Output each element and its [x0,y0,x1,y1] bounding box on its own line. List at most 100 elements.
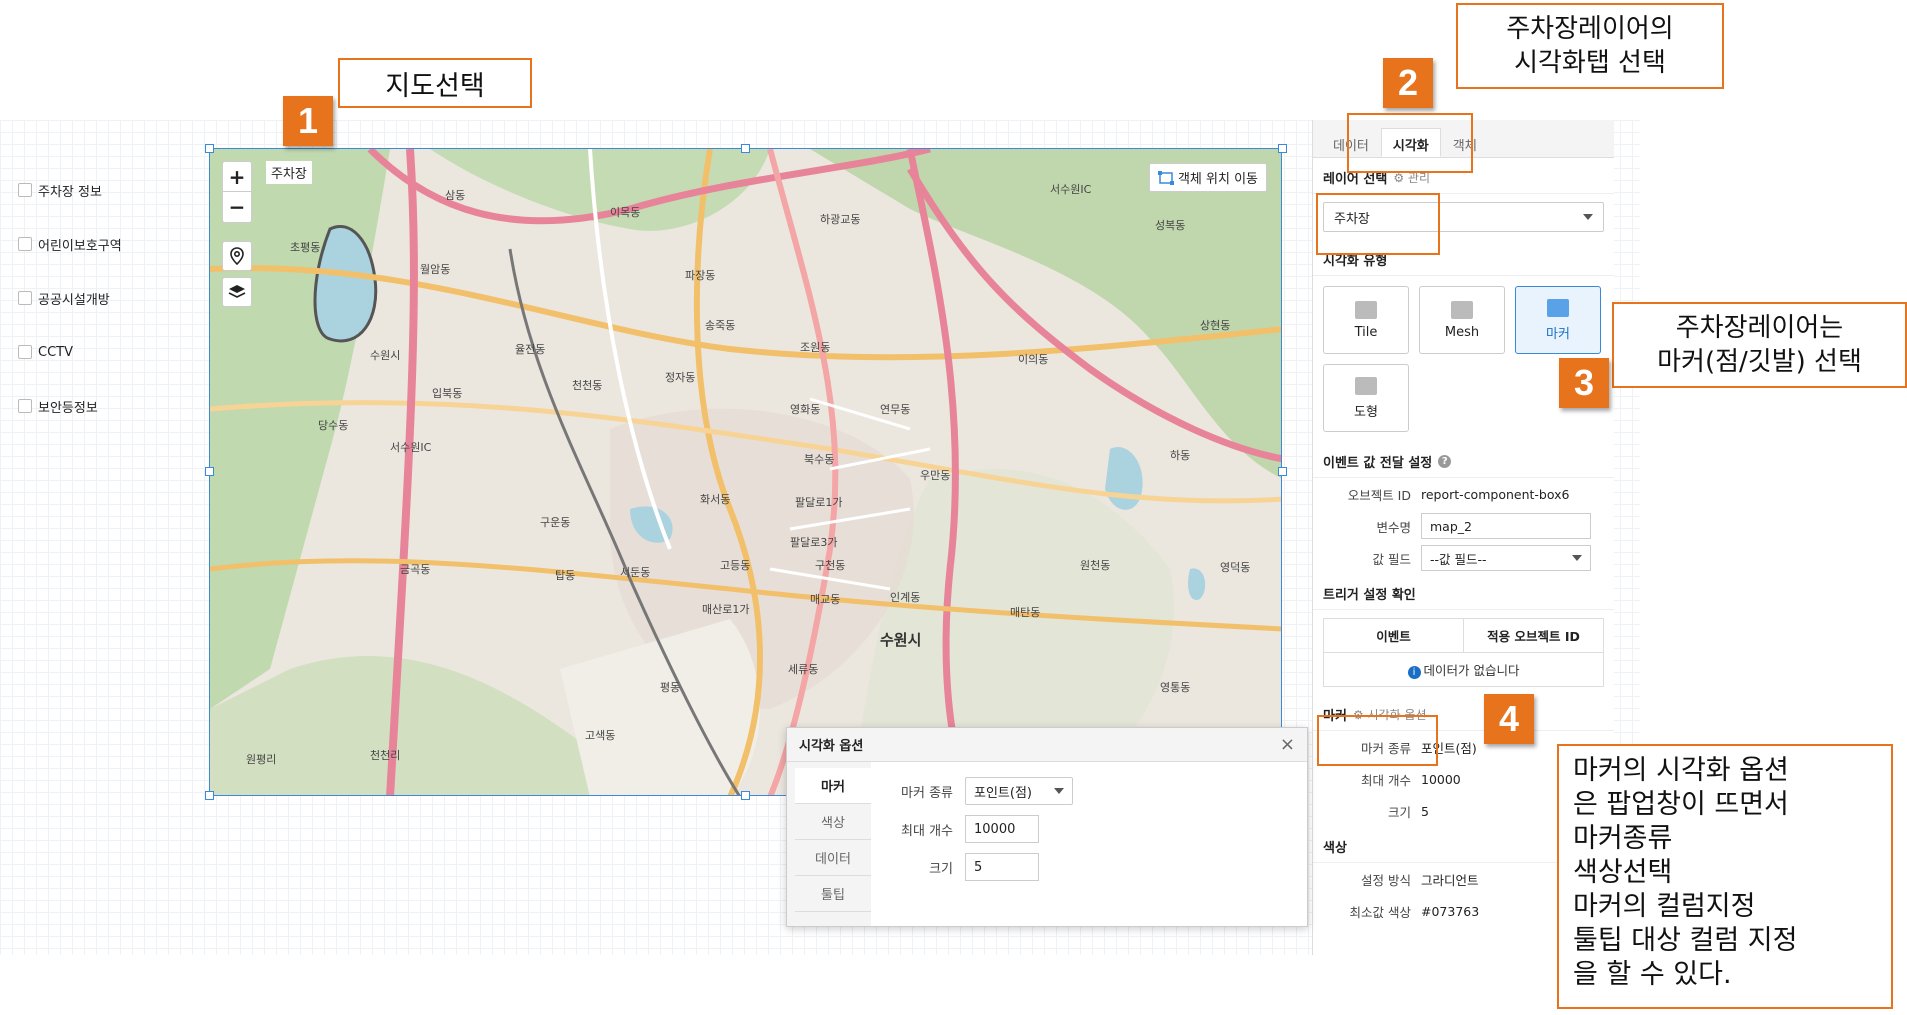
trigger-title: 트리거 설정 확인 [1313,574,1614,610]
map-place-label: 고등동 [720,559,751,572]
selection-handle[interactable] [741,791,750,800]
step-badge-2: 2 [1383,58,1433,108]
vis-type-marker[interactable]: 마커 [1515,286,1601,354]
vis-type-shape[interactable]: 도형 [1323,364,1409,432]
popup-size-input[interactable]: 5 [965,853,1039,881]
layer-checkbox[interactable] [18,183,32,197]
layer-item[interactable]: 주차장 정보 [18,180,122,200]
layer-item[interactable]: 어린이보호구역 [18,234,122,254]
color-method-label: 설정 방식 [1361,872,1411,888]
move-object-button[interactable]: 객체 위치 이동 [1148,163,1267,192]
note-line: 을 할 수 있다. [1573,959,1732,990]
popup-tab-color[interactable]: 색상 [795,804,871,840]
map-place-label: 하광교동 [820,213,861,226]
map-place-label: 입북동 [432,387,463,400]
map-layer-label: 주차장 [266,161,312,184]
var-input[interactable]: map_2 [1421,513,1591,539]
layer-checkbox[interactable] [18,345,32,359]
selection-handle[interactable] [741,144,750,153]
map-place-label: 천천동 [572,379,603,392]
highlight-marker-options [1317,715,1438,766]
tile-icon [1355,300,1377,319]
layers-icon[interactable] [222,277,252,307]
popup-tab-data[interactable]: 데이터 [795,840,871,876]
selection-handle[interactable] [1278,467,1287,476]
map-place-label: 삼동 [445,189,466,202]
shape-icon [1355,376,1377,395]
var-label: 변수명 [1376,519,1411,535]
popup-marker-type-label: 마커 종류 [901,785,953,801]
map-component[interactable]: 주차장 + − 객체 위치 이동 삼동 이목동 하광교동 서수원IC 초평동 월… [209,148,1282,796]
popup-tab-tooltip[interactable]: 툴팁 [795,876,871,912]
trigger-col-target: 적용 오브젝트 ID [1487,629,1580,644]
layer-item[interactable]: 공공시설개방 [18,288,122,308]
object-id-row: 오브젝트 ID report-component-box6 [1313,478,1614,510]
popup-tab-marker[interactable]: 마커 [795,768,871,804]
step-badge-1: 1 [283,96,333,146]
layer-label: 주차장 정보 [38,184,102,200]
popup-title: 시각화 옵션 [799,739,864,754]
popup-max-count-input[interactable]: 10000 [965,815,1039,843]
popup-marker-type-select[interactable]: 포인트(점) [965,777,1073,805]
map-place-label: 원평리 [246,753,277,766]
value-field-value: --값 필드-- [1430,551,1487,567]
map-place-label: 금곡동 [400,563,431,576]
map-place-label: 파장동 [685,269,716,282]
close-icon[interactable]: × [1280,734,1295,755]
map-city-label: 수원시 [880,631,922,649]
min-color-label: 최소값 색상 [1349,904,1411,920]
map-place-label: 원천동 [1080,559,1111,572]
map-place-label: 조원동 [800,341,831,354]
map-place-label: 수원시 [370,349,401,362]
trigger-empty-row: i 데이터가 없습니다 [1324,653,1603,686]
vis-type-label: 마커 [1546,326,1570,342]
move-icon [1157,170,1174,185]
layer-item[interactable]: 보안등정보 [18,396,122,416]
size-label: 크기 [1387,804,1411,820]
vis-type-label: Mesh [1444,324,1480,340]
layer-checkbox[interactable] [18,399,32,413]
layer-checkbox[interactable] [18,237,32,251]
max-count-label: 최대 개수 [1361,772,1411,788]
popup-form: 마커 종류 포인트(점) 최대 개수 10000 크기 5 [871,762,1307,926]
value-field-select[interactable]: --값 필드-- [1421,545,1591,571]
value-field-label: 값 필드 [1372,551,1411,567]
map-place-label: 우만동 [920,469,951,482]
map-place-label: 팔달로3가 [790,536,838,549]
move-object-label: 객체 위치 이동 [1177,172,1258,187]
help-icon[interactable]: ? [1438,455,1452,468]
zoom-out-button[interactable]: − [223,192,251,222]
selection-handle[interactable] [205,144,214,153]
layer-item[interactable]: CCTV [18,342,122,362]
highlight-vis-tab [1347,113,1473,173]
map-place-label: 영통동 [1160,681,1191,694]
vis-type-tile[interactable]: Tile [1323,286,1409,354]
annotation-line: 시각화탭 선택 [1514,48,1666,78]
selection-handle[interactable] [205,791,214,800]
trigger-empty-text: 데이터가 없습니다 [1423,663,1520,678]
value-field-row: 값 필드 --값 필드-- [1313,542,1614,574]
selection-handle[interactable] [1278,144,1287,153]
vis-type-mesh[interactable]: Mesh [1419,286,1505,354]
map-place-label: 성복동 [1155,219,1186,232]
map-place-label: 연무동 [880,403,911,416]
zoom-in-button[interactable]: + [223,162,251,192]
trigger-table: 이벤트 적용 오브젝트 ID i 데이터가 없습니다 [1323,618,1604,687]
map-place-label: 매탄동 [1010,606,1041,619]
map-place-label: 초평동 [290,241,321,254]
map-place-label: 정자동 [665,371,696,384]
mesh-icon [1451,300,1473,319]
chevron-down-icon [1572,555,1582,561]
location-pin-icon[interactable] [222,241,252,271]
map-place-label: 송죽동 [705,319,736,332]
map-place-label: 영화동 [790,403,821,416]
step-badge-4: 4 [1484,694,1534,744]
selection-handle[interactable] [205,467,214,476]
map-place-label: 매교동 [810,593,841,606]
layer-checkbox[interactable] [18,291,32,305]
popup-header: 시각화 옵션 × [787,728,1307,762]
annotation-select-vis-tab: 주차장레이어의 시각화탭 선택 [1456,3,1724,89]
layer-label: 공공시설개방 [38,292,110,308]
vis-options-popup: 시각화 옵션 × 마커 색상 데이터 툴팁 마커 종류 포인트(점) 최대 개수 1… [786,727,1308,927]
note-line: 툴팁 대상 컬럼 지정 [1573,925,1798,956]
